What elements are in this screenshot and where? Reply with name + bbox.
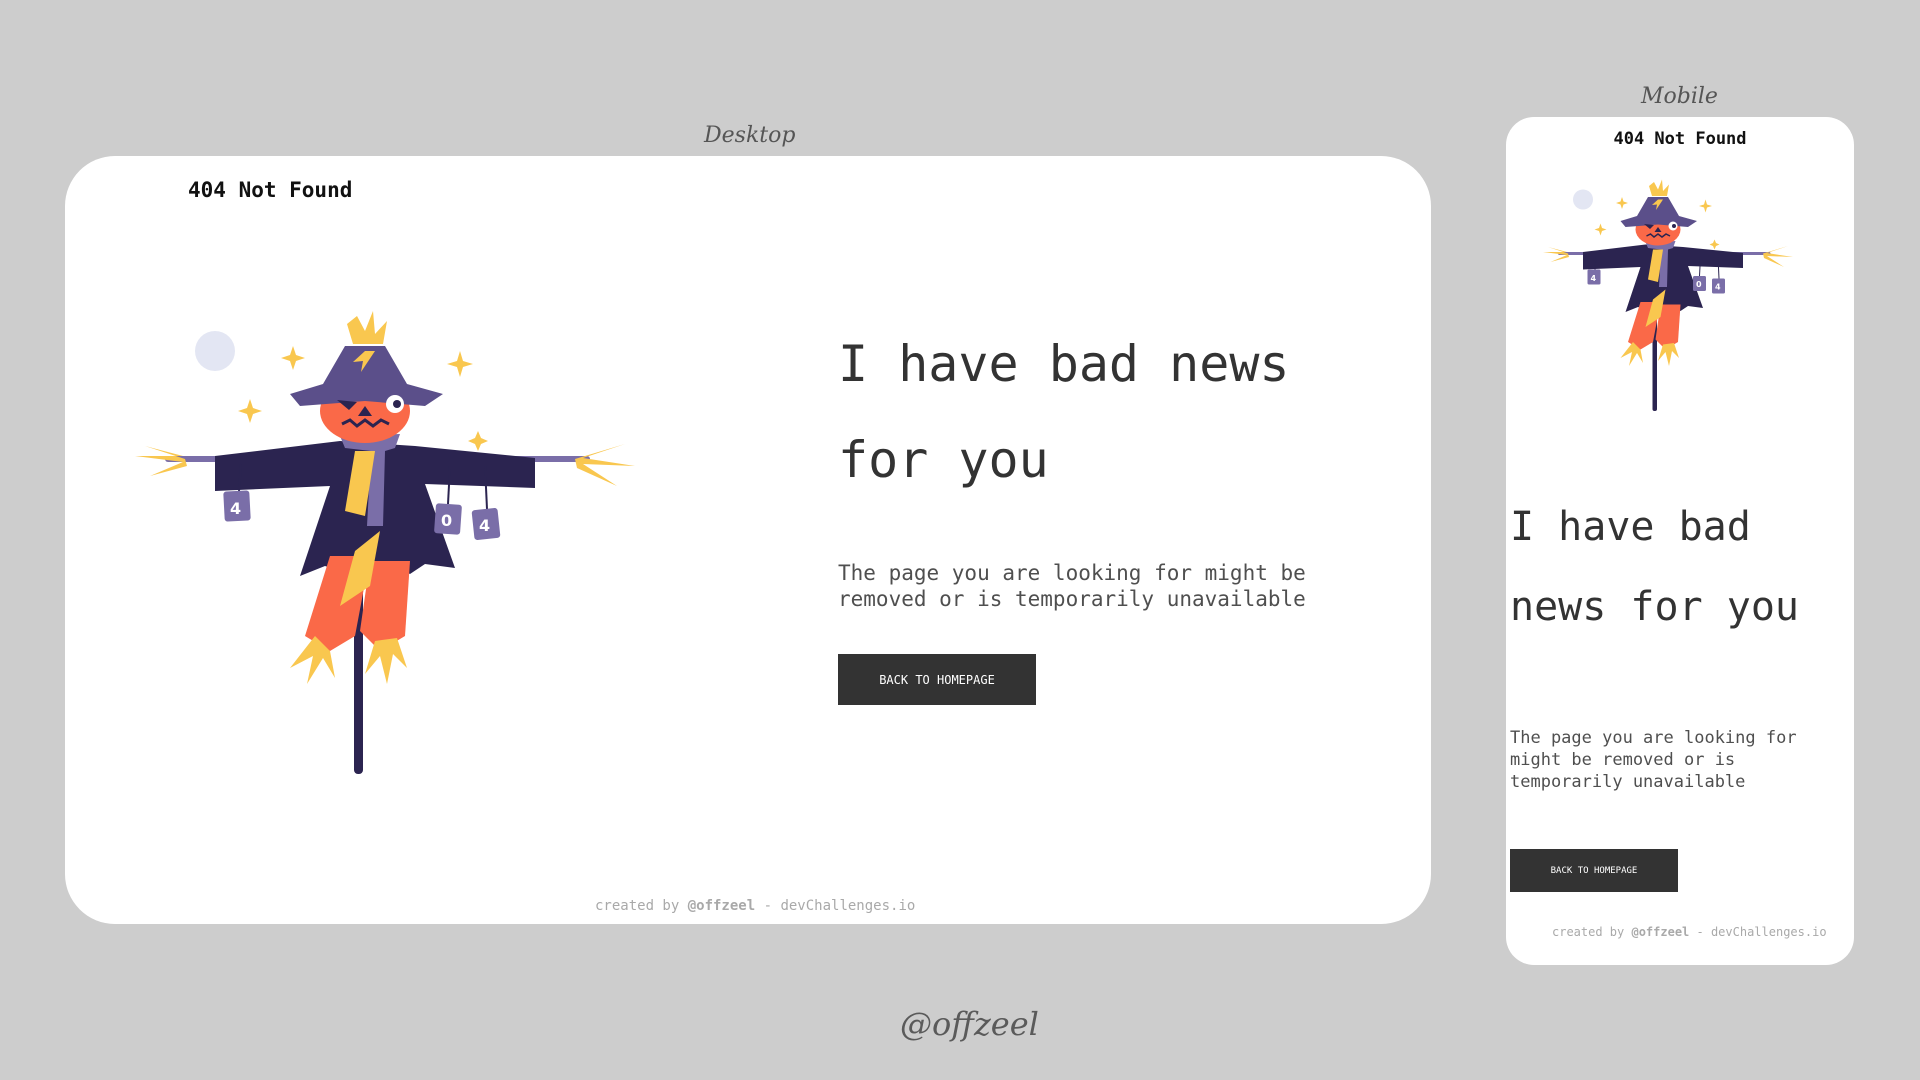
headline-mobile-line-1: I have bad	[1510, 504, 1751, 550]
credit-prefix-mobile: created by	[1552, 925, 1632, 939]
credit-author-link[interactable]: @offzeel	[688, 898, 755, 914]
desktop-caption: Desktop	[704, 123, 796, 148]
headline-mobile: I have bad news for you	[1510, 487, 1840, 647]
can-label-0: 0	[441, 511, 452, 530]
back-to-homepage-button[interactable]: BACK TO HOMEPAGE	[838, 654, 1036, 705]
headline-mobile-line-2: news for you	[1510, 584, 1799, 630]
description-mobile: The page you are looking for might be re…	[1510, 728, 1797, 792]
headline-line-1: I have bad news	[838, 335, 1290, 393]
credit-suffix: - devChallenges.io	[755, 898, 916, 914]
scarecrow-illustration: 4 0 4	[135, 311, 635, 774]
headline: I have bad news for you	[838, 316, 1358, 508]
back-to-homepage-button-mobile[interactable]: BACK TO HOMEPAGE	[1510, 849, 1678, 892]
mobile-frame: 404 Not Found 4 0 4 I have bad news for …	[1506, 117, 1854, 965]
credit-author-link-mobile[interactable]: @offzeel	[1631, 925, 1689, 939]
can-label-4-right-mobile: 4	[1715, 283, 1721, 292]
scarecrow-drawing-mobile: 4 0 4	[1543, 179, 1793, 411]
can-label-4-left: 4	[230, 499, 241, 518]
credit-prefix: created by	[595, 898, 688, 914]
page-brand[interactable]: 404 Not Found	[188, 178, 352, 202]
footer-credit-mobile: created by @offzeel - devChallenges.io	[1552, 925, 1827, 939]
page-brand-mobile[interactable]: 404 Not Found	[1506, 129, 1854, 149]
can-label-0-mobile: 0	[1696, 280, 1702, 289]
desktop-frame: 404 Not Found 4 0 4 I have bad news for …	[65, 156, 1431, 924]
mobile-caption: Mobile	[1641, 84, 1718, 109]
can-label-4-left-mobile: 4	[1591, 274, 1597, 283]
footer-credit: created by @offzeel - devChallenges.io	[595, 898, 915, 914]
description: The page you are looking for might be re…	[838, 561, 1306, 611]
headline-line-2: for you	[838, 431, 1049, 489]
signature: @offzeel	[900, 1005, 1039, 1043]
scarecrow-drawing: 4 0 4	[135, 311, 635, 774]
credit-suffix-mobile: - devChallenges.io	[1689, 925, 1827, 939]
scarecrow-illustration-mobile: 4 0 4	[1543, 179, 1793, 411]
can-label-4-right: 4	[479, 516, 490, 535]
